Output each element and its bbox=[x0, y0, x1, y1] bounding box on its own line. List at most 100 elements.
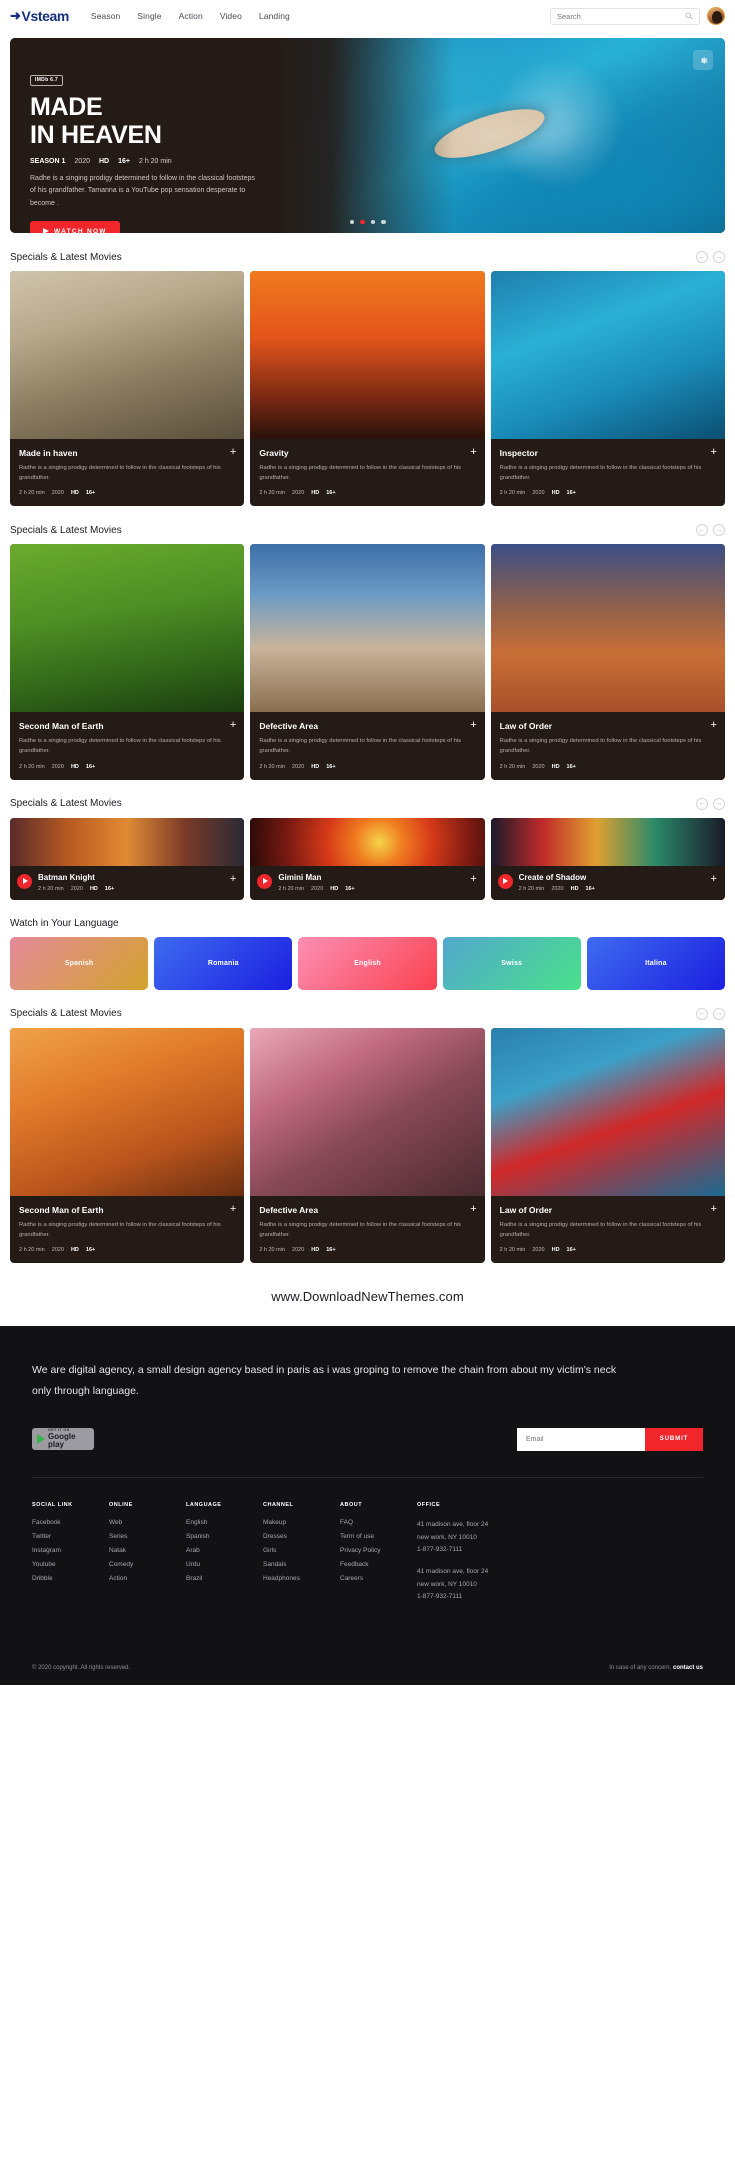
add-to-list-icon[interactable]: + bbox=[470, 720, 476, 731]
carousel-dot-3[interactable] bbox=[381, 219, 386, 224]
footer-link[interactable]: Action bbox=[109, 1575, 186, 1582]
carousel-dot-1[interactable] bbox=[360, 219, 365, 224]
movie-card[interactable]: + Gravity Radhe is a singing prodigy det… bbox=[250, 271, 485, 507]
next-arrow-icon-4[interactable]: → bbox=[713, 1007, 725, 1020]
brand-logo[interactable]: ➜ Vsteam bbox=[10, 8, 69, 24]
footer-link[interactable]: Natak bbox=[109, 1547, 186, 1554]
next-arrow-icon-2[interactable]: → bbox=[713, 524, 725, 537]
language-section-title: Watch in Your Language bbox=[10, 917, 119, 929]
nav-item-single[interactable]: Single bbox=[137, 11, 161, 21]
avatar[interactable] bbox=[707, 7, 725, 25]
movie-card[interactable]: + Inspector Radhe is a singing prodigy d… bbox=[490, 271, 725, 507]
add-to-list-icon[interactable]: + bbox=[470, 447, 476, 458]
footer-link[interactable]: Urdu bbox=[186, 1561, 263, 1568]
language-card-swiss[interactable]: Swiss bbox=[442, 936, 581, 990]
add-to-list-icon[interactable]: + bbox=[711, 1203, 717, 1215]
footer-link[interactable]: Girls bbox=[263, 1547, 340, 1554]
footer-link[interactable]: English bbox=[186, 1519, 263, 1526]
prev-arrow-icon-4[interactable]: ← bbox=[696, 1007, 708, 1020]
footer-link[interactable]: Makeup bbox=[263, 1519, 340, 1526]
play-button[interactable] bbox=[17, 873, 32, 889]
footer-link[interactable]: Facebook bbox=[32, 1519, 109, 1526]
card-rating: 16+ bbox=[566, 490, 576, 497]
prev-arrow-icon-3[interactable]: ← bbox=[696, 797, 708, 810]
footer-link[interactable]: Brazil bbox=[186, 1575, 263, 1582]
contact-us-link[interactable]: contact us bbox=[673, 1665, 703, 1671]
card-info: + Gimini Man 2 h 20 min 2020 HD 16+ bbox=[250, 866, 484, 900]
footer-link[interactable]: Web bbox=[109, 1519, 186, 1526]
movie-card[interactable]: + Made in haven Radhe is a singing prodi… bbox=[10, 271, 245, 507]
next-arrow-icon-1[interactable]: → bbox=[713, 251, 725, 263]
footer-link[interactable]: FAQ bbox=[340, 1519, 417, 1526]
hero-description: Radhe is a singing prodigy determined to… bbox=[30, 175, 255, 207]
language-card-spanish[interactable]: Spanish bbox=[10, 936, 149, 990]
footer-link[interactable]: Term of use bbox=[340, 1533, 417, 1540]
footer-link[interactable]: Sandals bbox=[263, 1561, 340, 1568]
email-field[interactable] bbox=[517, 1427, 645, 1451]
nav-item-season[interactable]: Season bbox=[91, 11, 120, 21]
footer-link[interactable]: Series bbox=[109, 1533, 186, 1540]
footer-link[interactable]: Youtube bbox=[32, 1561, 109, 1568]
footer-link[interactable]: Arab bbox=[186, 1547, 263, 1554]
movie-card-compact[interactable]: + Gimini Man 2 h 20 min 2020 HD 16+ bbox=[250, 817, 485, 900]
google-play-badge[interactable]: GET IT ON Google play bbox=[32, 1428, 94, 1451]
movie-card[interactable]: + Defective Area Radhe is a singing prod… bbox=[250, 544, 485, 780]
footer-link[interactable]: Dribble bbox=[32, 1575, 109, 1582]
carousel-dot-0[interactable] bbox=[349, 219, 354, 224]
add-to-list-icon[interactable]: + bbox=[230, 720, 236, 731]
footer-heading: LANGUAGE bbox=[186, 1501, 222, 1508]
add-to-list-icon[interactable]: + bbox=[711, 447, 717, 458]
prev-arrow-icon-1[interactable]: ← bbox=[696, 251, 708, 263]
movie-card[interactable]: + Law of Order Radhe is a singing prodig… bbox=[490, 1027, 725, 1263]
language-card-english[interactable]: English bbox=[298, 936, 437, 990]
add-to-list-icon[interactable]: + bbox=[711, 720, 717, 731]
chevron-logo-icon: ➜ bbox=[10, 8, 21, 23]
add-to-list-icon[interactable]: + bbox=[230, 447, 236, 458]
add-to-list-icon[interactable]: + bbox=[470, 1203, 476, 1215]
add-to-list-icon[interactable]: + bbox=[711, 873, 717, 885]
add-to-list-icon[interactable]: + bbox=[230, 873, 236, 885]
card-quality: HD bbox=[311, 763, 320, 770]
prev-arrow-icon-2[interactable]: ← bbox=[696, 524, 708, 537]
footer-link[interactable]: Instagram bbox=[32, 1547, 109, 1554]
language-card-romania[interactable]: Romania bbox=[154, 936, 293, 990]
add-to-list-icon[interactable]: + bbox=[230, 1203, 236, 1215]
card-duration: 2 h 20 min bbox=[499, 763, 526, 770]
nav-item-action[interactable]: Action bbox=[179, 11, 203, 21]
footer-link[interactable]: Headphones bbox=[263, 1575, 340, 1582]
movie-card[interactable]: + Second Man of Earth Radhe is a singing… bbox=[10, 544, 245, 780]
footer-link[interactable]: Feedback bbox=[340, 1561, 417, 1568]
footer-link[interactable]: Twitter bbox=[32, 1533, 109, 1540]
language-card-italina[interactable]: Italina bbox=[586, 936, 726, 990]
movie-card[interactable]: + Second Man of Earth Radhe is a singing… bbox=[10, 1027, 245, 1263]
nav-item-video[interactable]: Video bbox=[220, 11, 242, 21]
submit-button[interactable]: SUBMIT bbox=[645, 1427, 703, 1451]
footer-link[interactable]: Dresses bbox=[263, 1533, 340, 1540]
section-title-4: Specials & Latest Movies bbox=[10, 1008, 122, 1020]
next-arrow-icon-3[interactable]: → bbox=[713, 797, 725, 810]
gear-icon[interactable] bbox=[693, 50, 713, 70]
search-box[interactable] bbox=[550, 7, 700, 25]
hero-banner: IMDb 6.7 MADE IN HEAVEN SEASON 1 2020 HD… bbox=[10, 38, 725, 233]
card-title: Made in haven bbox=[19, 448, 78, 458]
play-button[interactable] bbox=[497, 873, 513, 889]
card-rating: 16+ bbox=[85, 1246, 96, 1253]
search-input[interactable] bbox=[557, 11, 685, 21]
footer-link[interactable]: Spanish bbox=[186, 1533, 263, 1540]
card-duration: 2 h 20 min bbox=[19, 490, 45, 497]
carousel-arrows-1: ← → bbox=[696, 251, 725, 263]
footer-link[interactable]: Comedy bbox=[109, 1561, 186, 1568]
movie-card-compact[interactable]: + Create of Shadow 2 h 20 min 2020 HD 16… bbox=[490, 817, 725, 900]
footer-link[interactable]: Privacy Policy bbox=[340, 1547, 417, 1554]
movie-card[interactable]: + Law of Order Radhe is a singing prodig… bbox=[490, 544, 725, 780]
hero-meta-rating: 16+ bbox=[118, 158, 130, 165]
movie-card-compact[interactable]: + Batman Knight 2 h 20 min 2020 HD 16+ bbox=[10, 817, 245, 900]
movie-card[interactable]: + Defective Area Radhe is a singing prod… bbox=[250, 1027, 485, 1263]
footer-link[interactable]: Careers bbox=[340, 1575, 417, 1582]
add-to-list-icon[interactable]: + bbox=[470, 873, 476, 885]
play-button[interactable] bbox=[257, 873, 273, 889]
nav-item-landing[interactable]: Landing bbox=[259, 11, 290, 21]
watch-now-label: WATCH NOW bbox=[54, 227, 107, 233]
carousel-dot-2[interactable] bbox=[370, 219, 375, 224]
language-label: Italina bbox=[645, 959, 667, 967]
